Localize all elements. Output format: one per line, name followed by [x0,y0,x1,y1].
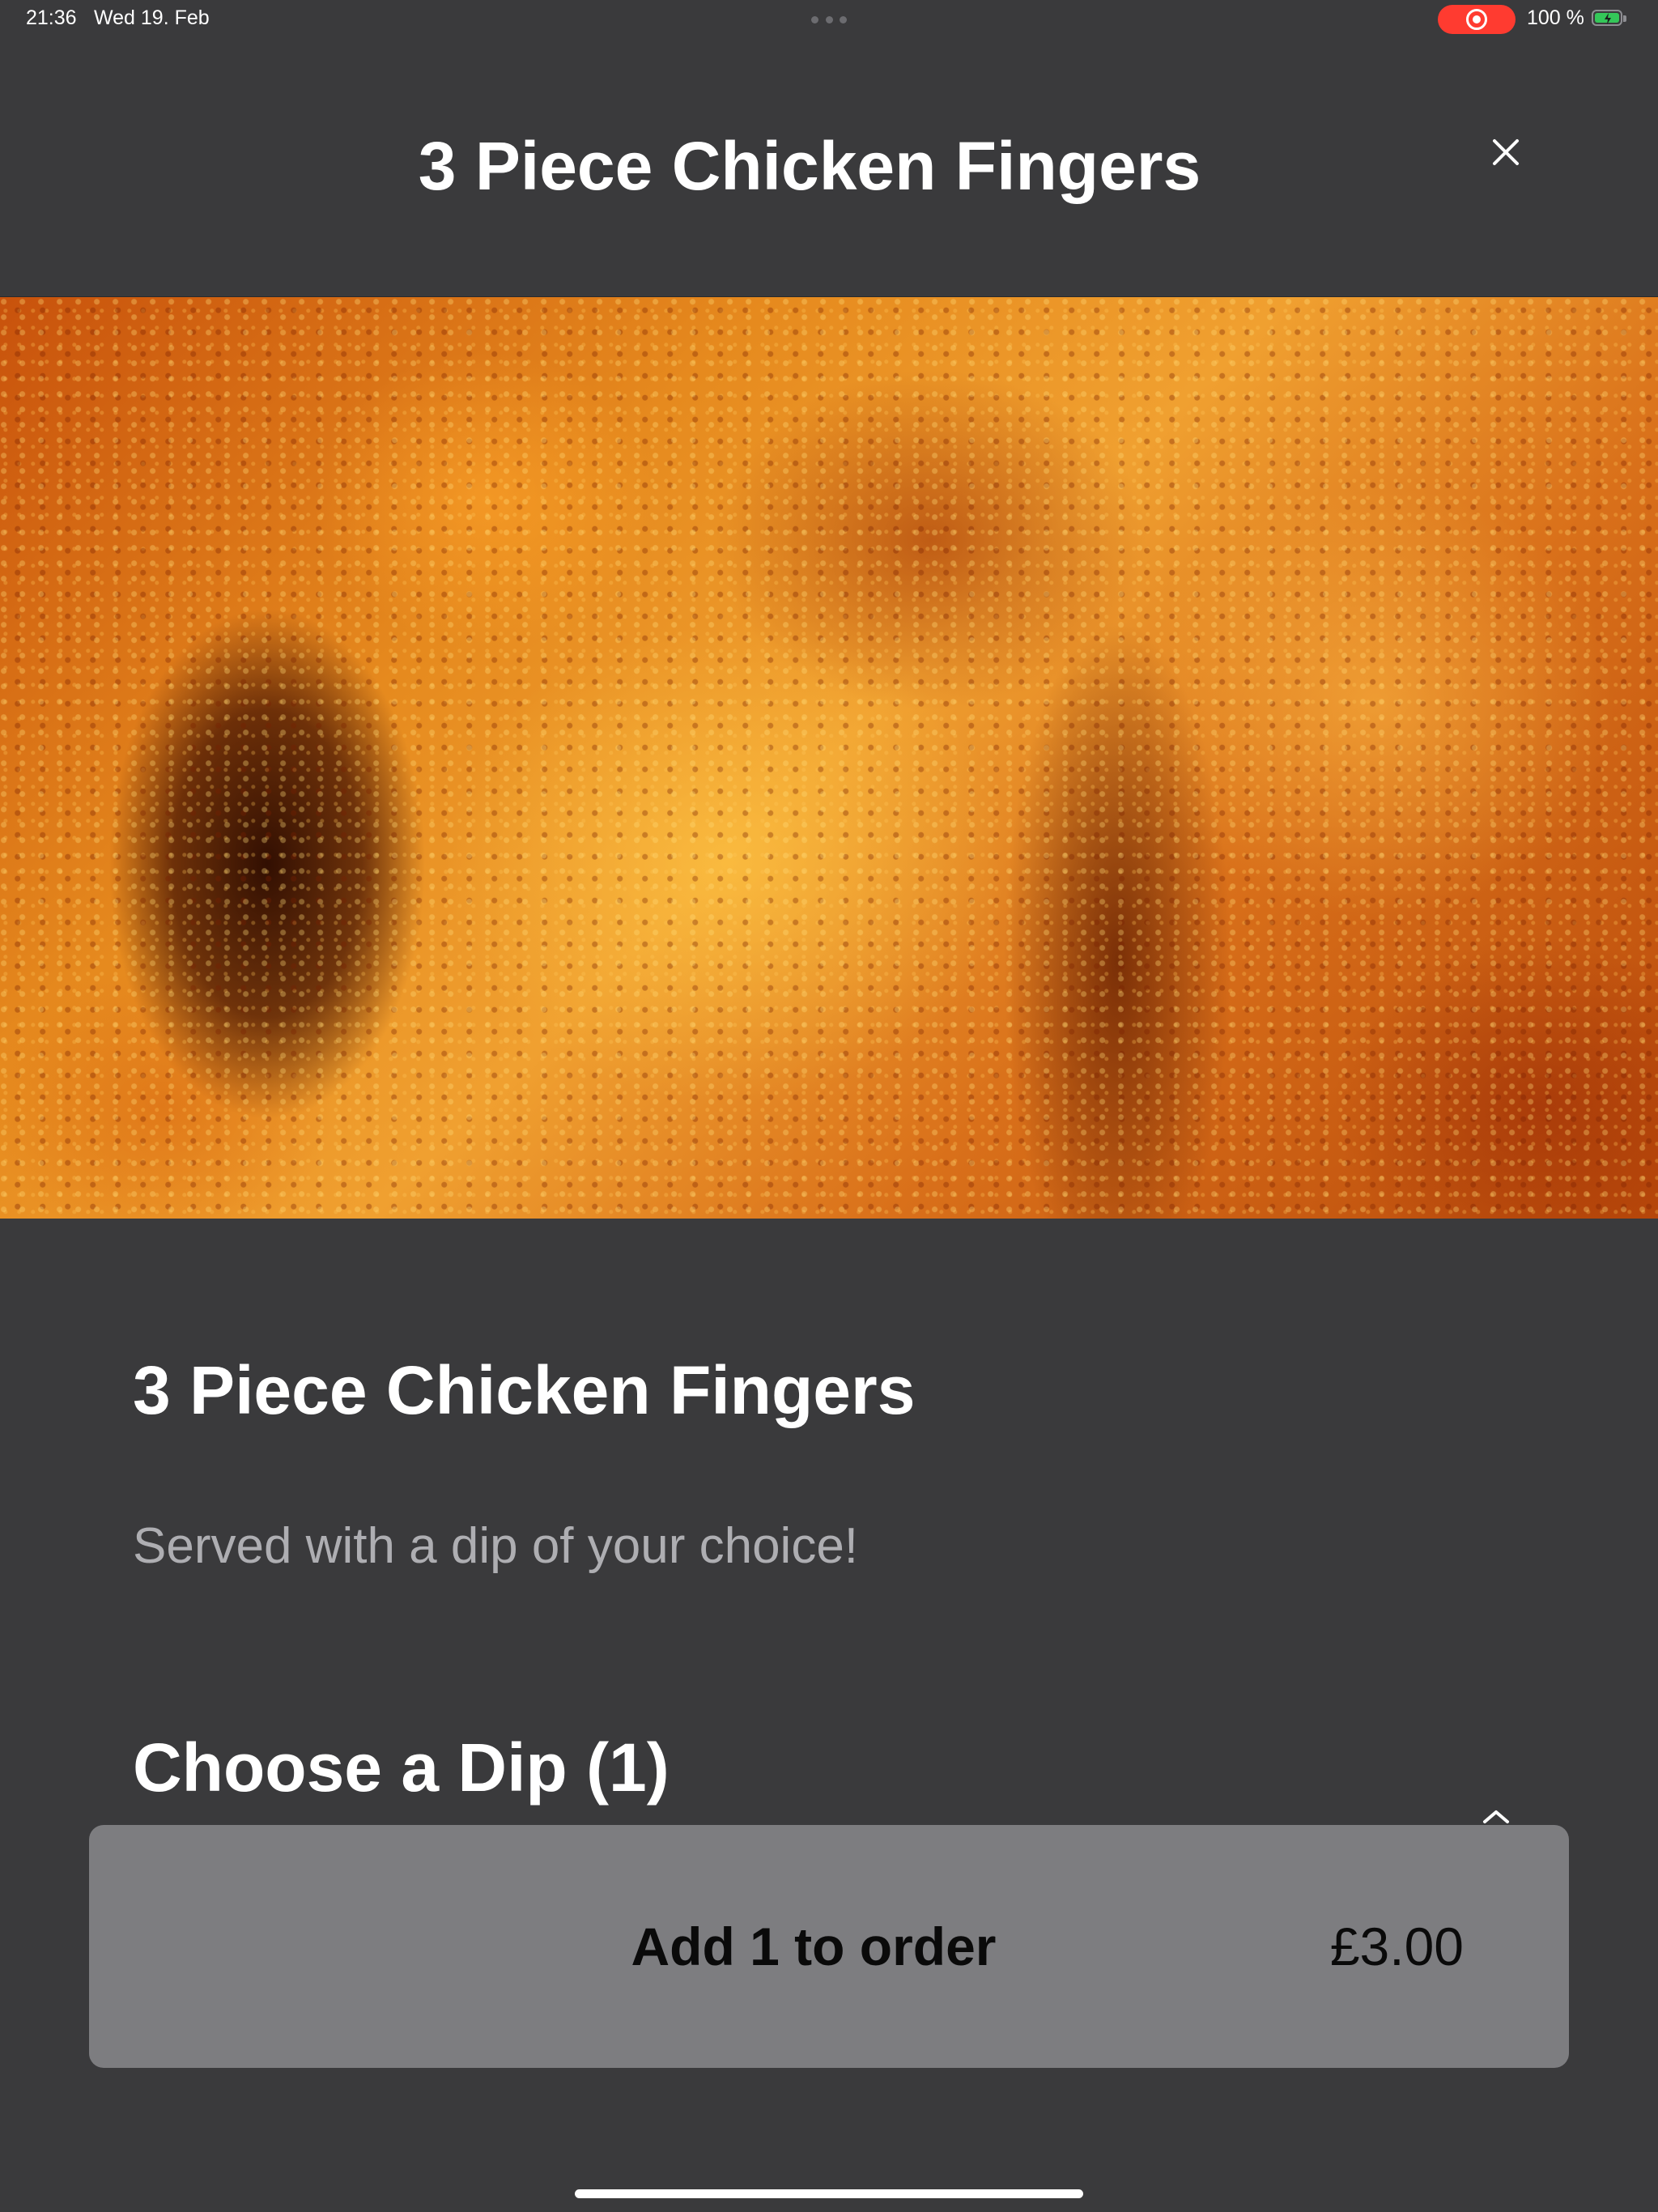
item-name: 3 Piece Chicken Fingers [133,1352,916,1428]
home-indicator[interactable] [575,2189,1083,2198]
add-to-order-label: Add 1 to order [631,1916,997,1976]
status-time: 21:36 [26,6,77,29]
screen-recording-indicator-icon[interactable] [1438,5,1516,34]
item-detail-screen: 21:36 Wed 19. Feb 100 % 3 Piece Chicken … [0,0,1658,2212]
add-to-order-button[interactable]: Add 1 to order £3.00 [89,1825,1569,2068]
page-title: 3 Piece Chicken Fingers [418,128,1201,204]
order-price: £3.00 [1329,1916,1464,1976]
multitasking-dots-icon[interactable] [811,16,847,23]
battery-charging-icon [1592,10,1626,26]
dip-options-heading[interactable]: Choose a Dip (1) [133,1723,670,1812]
close-button[interactable] [1482,128,1530,177]
close-icon [1493,139,1519,165]
item-description: Served with a dip of your choice! [133,1518,859,1574]
section-collapse-button[interactable] [1480,1807,1512,1827]
chevron-up-icon [1483,1810,1509,1823]
battery-percentage: 100 % [1527,6,1584,29]
status-date: Wed 19. Feb [94,6,210,29]
status-bar: 21:36 Wed 19. Feb 100 % [0,0,1658,39]
food-photo [0,296,1658,1219]
